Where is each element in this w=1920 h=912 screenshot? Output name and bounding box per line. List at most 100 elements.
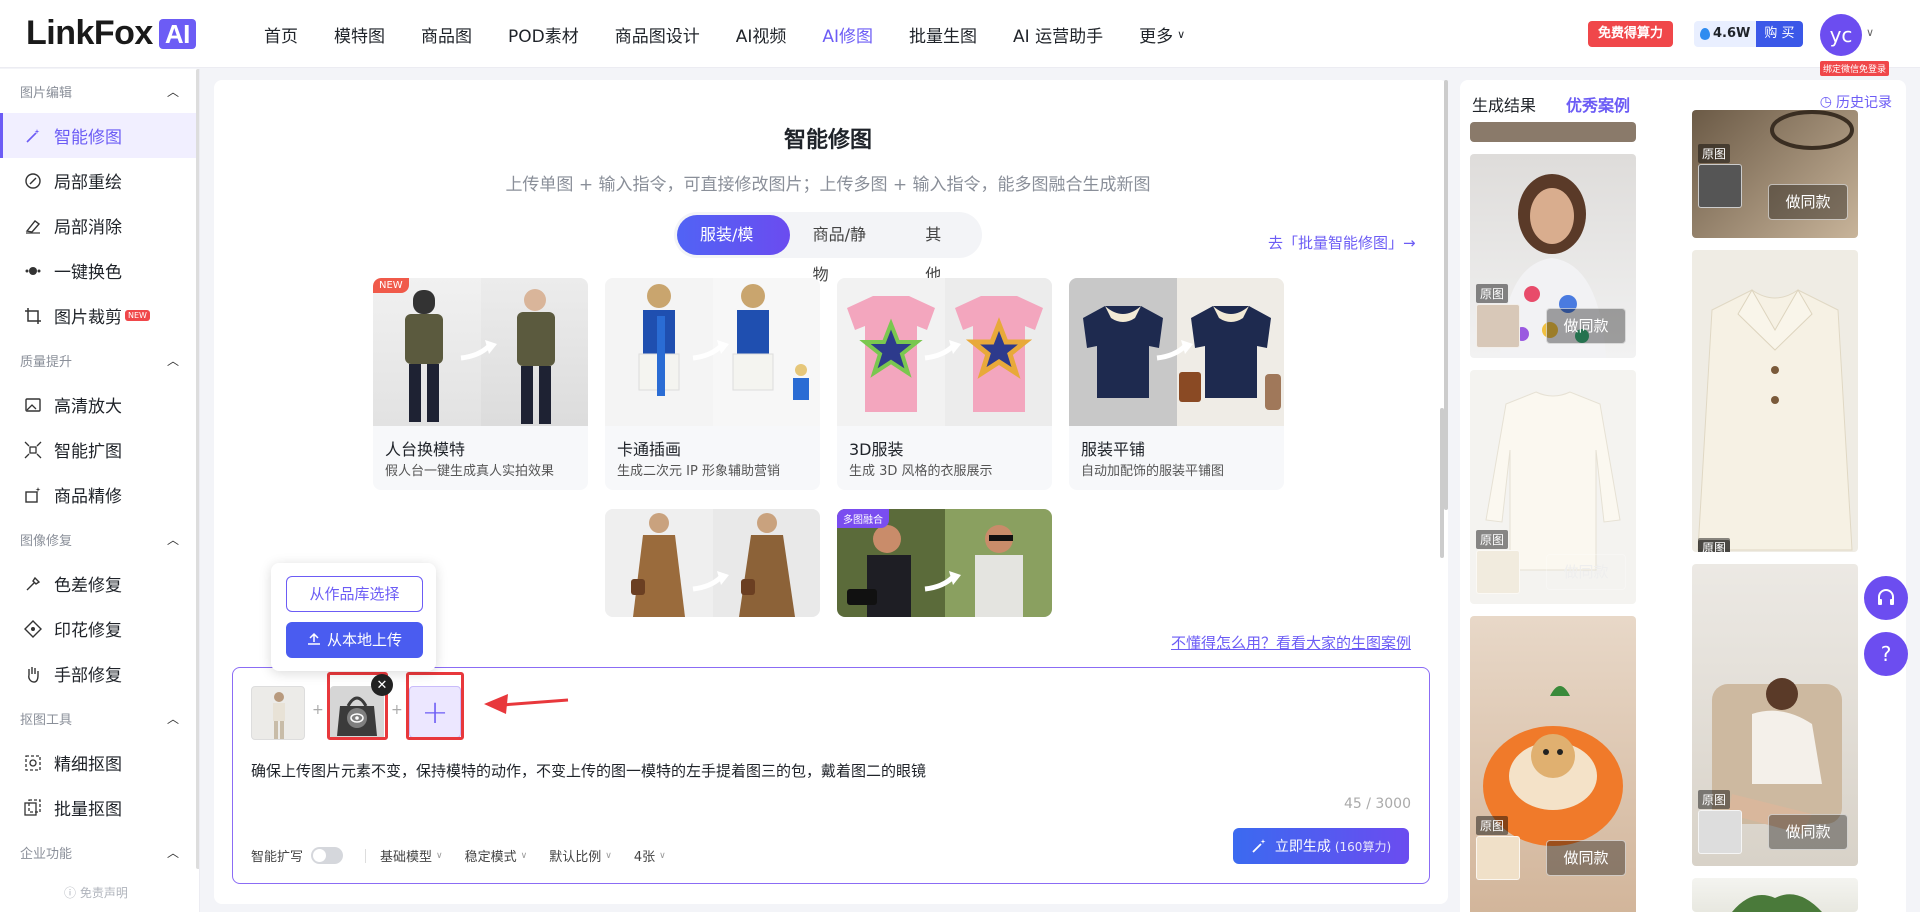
case-card[interactable] xyxy=(605,509,820,617)
free-power-button[interactable]: 免费得算力 xyxy=(1588,21,1674,47)
sidebar-item-label: 高清放大 xyxy=(54,397,122,417)
case-card[interactable]: 3D服装 生成 3D 风格的衣服展示 xyxy=(837,278,1052,490)
disclaimer-link[interactable]: ⓘ 免责声明 xyxy=(64,884,128,901)
generate-button[interactable]: 立即生成 (160算力) xyxy=(1233,828,1409,864)
case-image[interactable]: 原图 做同款 xyxy=(1470,370,1636,604)
nav-ai-retouch[interactable]: AI修图 xyxy=(822,22,873,47)
card-desc: 自动加配饰的服装平铺图 xyxy=(1081,464,1225,479)
make-same-button[interactable]: 做同款 xyxy=(1768,184,1848,220)
mode-select[interactable]: 稳定模式 ∨ xyxy=(465,846,528,865)
sidebar-item-label: 商品精修 xyxy=(54,487,122,507)
prompt-input[interactable]: 确保上传图片元素不变，保持模特的动作，不变上传的图一模特的左手提着图三的包，戴着… xyxy=(251,760,926,781)
sidebar-item-upscale[interactable]: 高清放大 xyxy=(0,382,199,427)
model-select[interactable]: 基础模型 ∨ xyxy=(380,846,443,865)
sidebar-group-quality[interactable]: 质量提升 ︿ xyxy=(0,338,199,382)
sidebar-item-fine-cutout[interactable]: 精细抠图 xyxy=(0,740,199,785)
tab-product[interactable]: 商品/静物 xyxy=(790,215,903,284)
case-image[interactable] xyxy=(1692,878,1858,912)
upload-local-button[interactable]: 从本地上传 xyxy=(286,622,423,658)
original-label: 原图 xyxy=(1476,284,1509,303)
case-card[interactable]: NEW 人台换模特 假人台一键生成真人实拍效果 xyxy=(373,278,588,490)
make-same-button[interactable]: 做同款 xyxy=(1768,814,1848,850)
make-same-button[interactable]: 做同款 xyxy=(1546,554,1626,590)
logo-badge: AI xyxy=(158,18,196,49)
sidebar-group-cutout[interactable]: 抠图工具 ︿ xyxy=(0,696,199,740)
nav-home[interactable]: 首页 xyxy=(264,22,298,47)
buy-button[interactable]: 购 买 xyxy=(1756,21,1803,47)
examples-help-link[interactable]: 不懂得怎么用？看看大家的生图案例 xyxy=(1171,632,1411,653)
case-card[interactable]: 卡通插画 生成二次元 IP 形象辅助营销 xyxy=(605,278,820,490)
sidebar-item-hand-fix[interactable]: 手部修复 xyxy=(0,651,199,696)
headset-icon[interactable] xyxy=(1864,576,1908,620)
sidebar-item-erase[interactable]: 局部消除 xyxy=(0,203,199,248)
sidebar-item-smart-retouch[interactable]: 智能修图 xyxy=(0,113,199,158)
card-title: 服装平铺 xyxy=(1081,440,1146,459)
sidebar-item-recolor[interactable]: 一键换色 xyxy=(0,248,199,293)
count-select[interactable]: 4张 ∨ xyxy=(634,846,666,865)
magic-wand-icon xyxy=(22,125,44,147)
chevron-up-icon: ︿ xyxy=(166,845,179,860)
close-icon[interactable]: ✕ xyxy=(371,674,393,696)
sidebar-item-batch-cutout[interactable]: 批量抠图 xyxy=(0,785,199,830)
nav-ai-video[interactable]: AI视频 xyxy=(736,22,787,47)
make-same-button[interactable]: 做同款 xyxy=(1546,308,1626,344)
sidebar-item-label: 局部消除 xyxy=(54,218,122,238)
case-image[interactable]: 原图 做同款 xyxy=(1692,110,1858,238)
case-image[interactable]: 原图 做同款 xyxy=(1470,616,1636,912)
result-tabs: 生成结果 优秀案例 xyxy=(1472,92,1660,124)
case-image[interactable]: 原图 xyxy=(1692,250,1858,552)
prompt-box: + ✕ + + 确保上传图片元素不变，保持模特的动作，不变上传的图一模特的左手提… xyxy=(232,667,1430,884)
chevron-down-icon: ∨ xyxy=(1177,27,1186,41)
nav-ops-assistant[interactable]: AI 运营助手 xyxy=(1013,22,1103,47)
smart-expand-toggle[interactable] xyxy=(311,847,344,864)
ratio-select[interactable]: 默认比例 ∨ xyxy=(549,846,612,865)
original-label: 原图 xyxy=(1476,530,1509,549)
case-card[interactable]: 多图融合 xyxy=(837,509,1052,617)
history-label: 历史记录 xyxy=(1836,95,1892,111)
mode-select-value: 稳定模式 xyxy=(464,850,517,865)
avatar[interactable]: yc xyxy=(1820,14,1862,56)
right-scrollbar[interactable] xyxy=(1440,408,1444,558)
make-same-button[interactable]: 做同款 xyxy=(1546,840,1626,876)
nav-batch[interactable]: 批量生图 xyxy=(909,22,977,47)
sidebar-item-color-fix[interactable]: 色差修复 xyxy=(0,561,199,606)
sidebar-item-print-fix[interactable]: 印花修复 xyxy=(0,606,199,651)
select-from-library-button[interactable]: 从作品库选择 xyxy=(286,576,423,612)
tab-apparel[interactable]: 服装/模特 xyxy=(677,215,790,284)
bind-wechat-tag[interactable]: 绑定微信免登录 xyxy=(1820,61,1890,76)
sidebar-group-repair[interactable]: 图像修复 ︿ xyxy=(0,517,199,561)
chevron-down-icon[interactable]: ∨ xyxy=(1866,26,1874,39)
sidebar-item-inpaint[interactable]: 局部重绘 xyxy=(0,158,199,203)
tab-results[interactable]: 生成结果 xyxy=(1472,92,1536,124)
help-icon[interactable]: ? xyxy=(1864,632,1908,676)
chevron-down-icon: ∨ xyxy=(436,850,443,861)
sidebar-group-edit[interactable]: 图片编辑 ︿ xyxy=(0,69,199,113)
sidebar-item-expand[interactable]: 智能扩图 xyxy=(0,427,199,472)
nav-pod[interactable]: POD素材 xyxy=(508,22,579,47)
nav-product-image[interactable]: 商品图 xyxy=(421,22,472,47)
sidebar-scrollbar[interactable] xyxy=(196,69,199,869)
upload-thumb-model[interactable] xyxy=(251,686,305,740)
sidebar-group-enterprise[interactable]: 企业功能 ︿ xyxy=(0,830,199,874)
nav-product-design[interactable]: 商品图设计 xyxy=(615,22,700,47)
logo[interactable]: LinkFox AI xyxy=(26,14,196,53)
case-image[interactable]: 原图 做同款 xyxy=(1470,154,1636,358)
case-image[interactable] xyxy=(1470,122,1636,142)
power-balance[interactable]: 4.6W 购 买 xyxy=(1694,21,1803,47)
print-pattern-icon xyxy=(22,618,44,640)
case-card[interactable]: 服装平铺 自动加配饰的服装平铺图 xyxy=(1069,278,1284,490)
upload-icon xyxy=(307,632,320,645)
main-scrollbar[interactable] xyxy=(1444,80,1448,510)
history-link[interactable]: ◷ 历史记录 xyxy=(1820,92,1892,112)
case-image[interactable]: 原图 做同款 xyxy=(1692,564,1858,866)
tab-other[interactable]: 其他 xyxy=(902,215,979,284)
nav-more[interactable]: 更多 ∨ xyxy=(1139,22,1185,47)
sidebar-item-crop[interactable]: 图片裁剪 NEW xyxy=(0,293,199,338)
upload-local-label: 从本地上传 xyxy=(326,631,402,649)
nav-model-image[interactable]: 模特图 xyxy=(334,22,385,47)
sidebar-item-product-retouch[interactable]: 商品精修 xyxy=(0,472,199,517)
batch-retouch-link[interactable]: 去「批量智能修图」→ xyxy=(1268,232,1416,253)
original-thumb xyxy=(1476,304,1520,348)
tab-showcase[interactable]: 优秀案例 xyxy=(1566,92,1631,124)
card-desc: 生成 3D 风格的衣服展示 xyxy=(849,464,993,479)
